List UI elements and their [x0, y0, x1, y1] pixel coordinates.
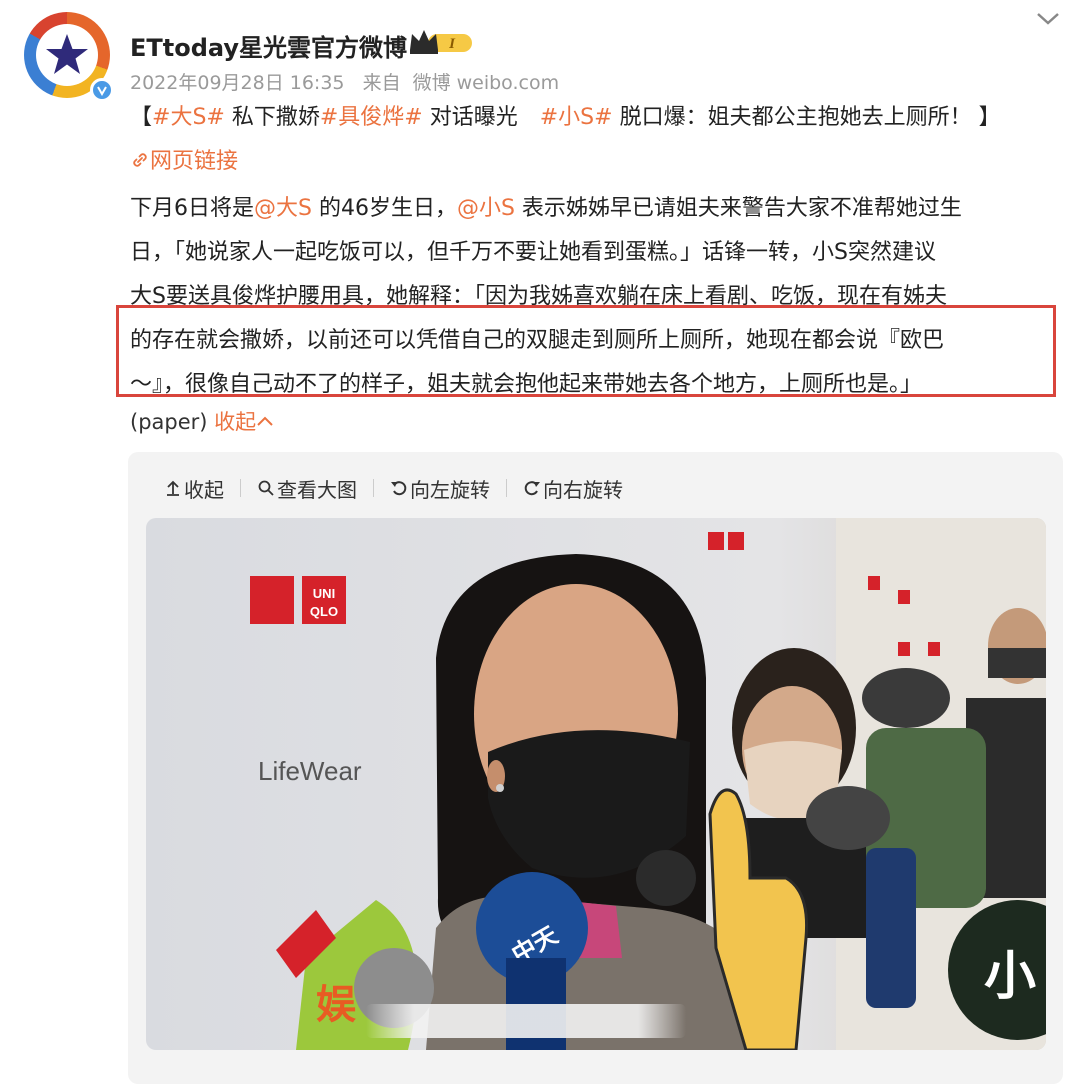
web-link-label[interactable]: 网页链接: [150, 149, 238, 174]
body-text: 表示姊姊早已请姐夫来警告大家不准帮她过生: [514, 196, 962, 221]
rotate-left-icon: [391, 481, 407, 496]
uniqlo-text-top: UNI: [313, 586, 335, 601]
rotate-left-label[interactable]: 向左旋转: [410, 474, 490, 503]
topic-link[interactable]: #具俊烨#: [320, 105, 423, 130]
rotate-right-label[interactable]: 向右旋转: [543, 474, 623, 503]
svg-text:小: 小: [984, 947, 1036, 1007]
vip-level: I: [448, 36, 456, 52]
collapse-row: (paper) 收起: [130, 406, 274, 438]
media-toolbar: 收起 查看大图 向左旋转 向右旋转: [164, 472, 623, 504]
verified-icon: [90, 78, 114, 102]
avatar[interactable]: [24, 12, 114, 102]
collapse-text-button[interactable]: 收起: [214, 410, 274, 434]
title-bracket-close: 】: [971, 105, 1001, 130]
topic-link[interactable]: #大S#: [152, 105, 225, 130]
topic-link[interactable]: #小S#: [540, 105, 613, 130]
media-panel: 收起 查看大图 向左旋转 向右旋转 UNI QLO LifeWear 中天 娱 …: [128, 452, 1063, 1084]
body-text: 的46岁生日，: [311, 196, 457, 221]
lifewear-text: LifeWear: [258, 756, 362, 786]
source-name[interactable]: 微博 weibo.com: [413, 72, 560, 94]
rotate-right-icon: [524, 481, 540, 496]
post-timestamp[interactable]: 2022年09月28日 16:35: [130, 72, 345, 94]
toolbar-divider: [373, 479, 374, 497]
view-large-label[interactable]: 查看大图: [277, 474, 357, 503]
post-title: 【#大S# 私下撒娇#具俊烨# 对话曝光 #小S# 脱口爆：姐夫都公主抱她去上厕…: [130, 100, 1001, 136]
star-logo-icon: [36, 24, 98, 86]
collapse-media-label[interactable]: 收起: [184, 474, 224, 503]
post-meta: 2022年09月28日 16:35 来自 微博 weibo.com: [130, 68, 571, 95]
svg-text:娱: 娱: [316, 982, 356, 1028]
collapse-media-button[interactable]: 收起: [164, 474, 224, 503]
title-text: 对话曝光: [422, 105, 540, 130]
mention-link[interactable]: @大S: [254, 196, 312, 221]
highlight-box: [116, 305, 1056, 397]
title-text: 脱口爆：姐夫都公主抱她去上厕所！: [612, 105, 972, 130]
post-photo[interactable]: UNI QLO LifeWear 中天 娱 小: [146, 518, 1046, 1050]
web-link[interactable]: 网页链接: [130, 146, 238, 178]
chevron-up-icon[interactable]: [256, 414, 274, 428]
uniqlo-text-bottom: QLO: [310, 604, 338, 619]
paper-emoticon: (paper): [130, 410, 208, 434]
view-large-button[interactable]: 查看大图: [257, 474, 357, 503]
collapse-up-icon: [167, 480, 179, 496]
chevron-down-icon[interactable]: [1034, 8, 1062, 28]
source-prefix: 来自: [362, 72, 401, 94]
body-line: 日，「她说家人一起吃饭可以，但千万不要让她看到蛋糕。」话锋一转，小S突然建议: [130, 240, 936, 265]
title-text: 私下撒娇: [224, 105, 320, 130]
body-line: 下月6日将是@大S 的46岁生日，@小S 表示姊姊早已请姐夫来警告大家不准帮她过…: [130, 187, 1045, 231]
toolbar-divider: [506, 479, 507, 497]
rotate-right-button[interactable]: 向右旋转: [523, 474, 623, 503]
collapse-text-label[interactable]: 收起: [214, 410, 256, 434]
body-text: 下月6日将是: [130, 196, 254, 221]
mention-link[interactable]: @小S: [457, 196, 515, 221]
search-icon: [258, 480, 274, 496]
title-bracket-open: 【: [130, 105, 153, 130]
toolbar-divider: [240, 479, 241, 497]
rotate-left-button[interactable]: 向左旋转: [390, 474, 490, 503]
vip-crown-icon[interactable]: I: [408, 26, 476, 58]
link-icon: [133, 153, 147, 167]
author-name[interactable]: ETtoday星光雲官方微博: [130, 28, 407, 63]
